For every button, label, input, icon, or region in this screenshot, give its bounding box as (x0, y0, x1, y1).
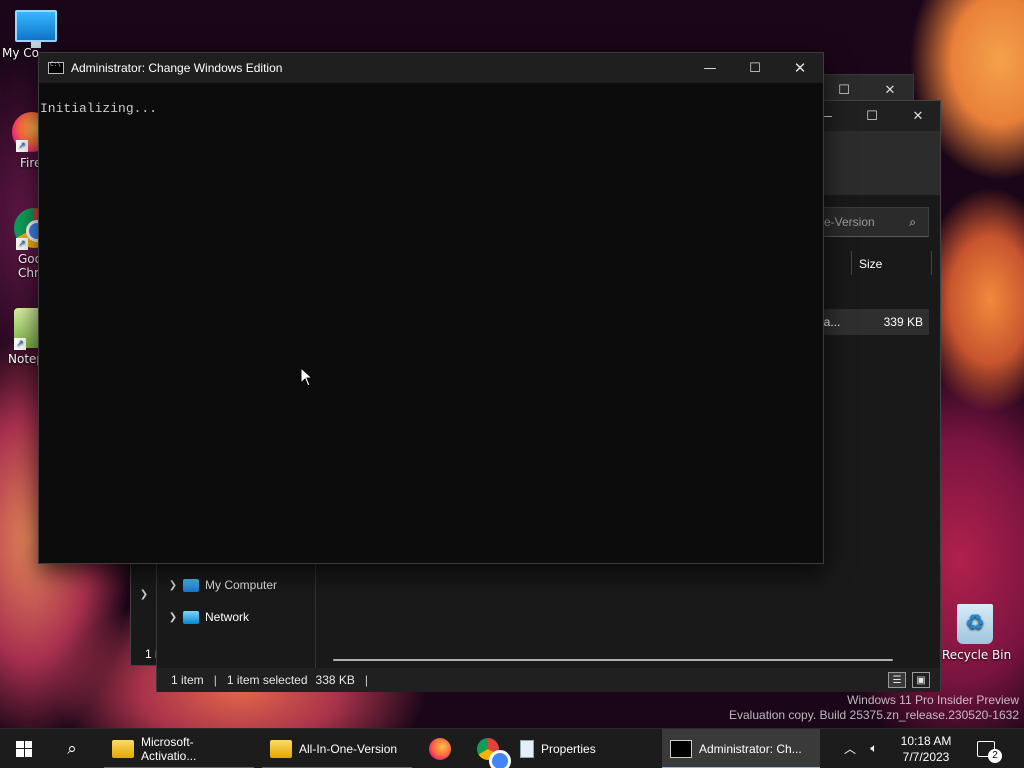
maximize-button[interactable]: ☐ (849, 101, 895, 131)
pane-divider (315, 564, 316, 668)
watermark-line-1: Windows 11 Pro Insider Preview (847, 693, 1019, 707)
firefox-icon (429, 737, 451, 760)
cmd-window[interactable]: Administrator: Change Windows Edition — … (38, 52, 824, 564)
monitor-icon (15, 10, 57, 48)
windows-logo-icon (16, 740, 32, 757)
close-icon: ✕ (793, 59, 807, 77)
taskbar-app-label: Properties (541, 741, 596, 756)
maximize-icon: ☐ (838, 82, 850, 98)
cmd-window-title: Administrator: Change Windows Edition (71, 61, 283, 75)
file-row[interactable]: na... 339 KB (811, 309, 929, 335)
taskbar-app-all-in-one[interactable]: All-In-One-Version (262, 729, 412, 768)
console-line: Initializing... (40, 101, 158, 116)
taskbar-app-label: Microsoft-Activatio... (141, 734, 197, 763)
column-header-size[interactable]: Size (859, 257, 882, 271)
horizontal-scrollbar[interactable] (333, 659, 893, 661)
taskbar-app-properties[interactable]: Properties (512, 729, 662, 768)
chevron-right-icon[interactable]: ❯ (163, 612, 183, 623)
notification-badge: 2 (988, 748, 1002, 763)
cmd-titlebar[interactable]: Administrator: Change Windows Edition — … (39, 53, 823, 83)
search-icon: ⌕ (909, 214, 916, 229)
nav-item-label: My Computer (205, 578, 278, 592)
start-button[interactable] (0, 729, 48, 768)
chevron-right-icon[interactable]: ❯ (131, 581, 157, 607)
folder-icon (270, 739, 292, 758)
clock-date: 7/7/2023 (902, 749, 950, 764)
close-button[interactable]: ✕ (895, 101, 941, 131)
nav-item-label: Network (205, 610, 250, 624)
shortcut-arrow-icon: ↗ (16, 140, 28, 152)
taskbar-app-microsoft-activation[interactable]: Microsoft-Activatio... (104, 729, 254, 768)
clock[interactable]: 10:18 AM 7/7/2023 (894, 729, 958, 768)
status-bar: 1 item | 1 item selected 338 KB | ☰ ▣ (157, 668, 940, 692)
chevron-right-icon[interactable]: ❯ (163, 580, 183, 591)
minimize-icon: — (703, 60, 717, 76)
chevron-up-icon: ︿ (843, 742, 856, 756)
mouse-pointer-icon (300, 367, 314, 387)
nav-item-network[interactable]: ❯ Network (163, 610, 249, 624)
taskbar-app-chrome[interactable] (464, 729, 512, 768)
close-icon: ✕ (884, 82, 896, 98)
nav-item-my-computer[interactable]: ❯ My Computer (163, 578, 277, 592)
volume-button[interactable]: 🔈︎ (862, 729, 886, 768)
network-icon (183, 610, 199, 624)
maximize-button[interactable]: ☐ (732, 53, 778, 83)
maximize-icon: ☐ (749, 60, 761, 76)
search-button[interactable]: ⌕ (48, 729, 96, 768)
close-icon: ✕ (912, 108, 924, 124)
desktop-icon-recycle-bin[interactable]: ♻ Recycle Bin (942, 604, 1012, 662)
notification-center-button[interactable]: 2 (968, 729, 1004, 768)
taskbar: ⌕ Microsoft-Activatio... All-In-One-Vers… (0, 728, 1024, 768)
computer-icon (183, 578, 199, 592)
evaluation-watermark: Windows 11 Pro Insider Preview Evaluatio… (729, 693, 1019, 723)
console-output[interactable]: Initializing... (39, 83, 823, 116)
search-placeholder: e-Version (824, 215, 875, 229)
search-icon: ⌕ (67, 738, 77, 758)
taskbar-app-firefox[interactable] (416, 729, 464, 768)
close-button[interactable]: ✕ (777, 53, 823, 83)
shortcut-arrow-icon: ↗ (14, 338, 26, 350)
folder-icon (112, 739, 134, 758)
column-divider (931, 251, 932, 275)
status-selected: 1 item selected (226, 673, 308, 687)
status-size: 338 KB (315, 673, 355, 687)
watermark-line-2: Evaluation copy. Build 25375.zn_release.… (729, 708, 1019, 722)
explorer-window-front[interactable]: ❯ My Computer ❯ Network 1 item | 1 item … (156, 564, 941, 692)
cmd-icon (670, 739, 692, 758)
status-item-count: 1 item (171, 673, 204, 687)
taskbar-app-label: Administrator: Ch... (699, 741, 802, 756)
taskbar-app-label: All-In-One-Version (299, 741, 398, 756)
cmd-icon (48, 61, 64, 74)
maximize-icon: ☐ (866, 108, 878, 124)
minimize-button[interactable]: — (687, 53, 733, 83)
desktop-icon-label: Recycle Bin (942, 648, 1012, 662)
properties-icon (520, 739, 534, 758)
tiles-view-icon[interactable]: ▣ (912, 672, 930, 688)
speaker-icon: 🔈︎ (870, 741, 878, 755)
recycle-bin-icon: ♻ (957, 604, 993, 644)
shortcut-arrow-icon: ↗ (16, 238, 28, 250)
details-view-icon[interactable]: ☰ (888, 672, 906, 688)
chrome-icon (477, 737, 511, 768)
show-hidden-icons-button[interactable]: ︿ (838, 729, 862, 768)
column-divider (851, 251, 852, 275)
taskbar-app-administrator-cmd[interactable]: Administrator: Ch... (662, 728, 820, 768)
file-size: 339 KB (883, 315, 923, 329)
clock-time: 10:18 AM (900, 733, 952, 748)
